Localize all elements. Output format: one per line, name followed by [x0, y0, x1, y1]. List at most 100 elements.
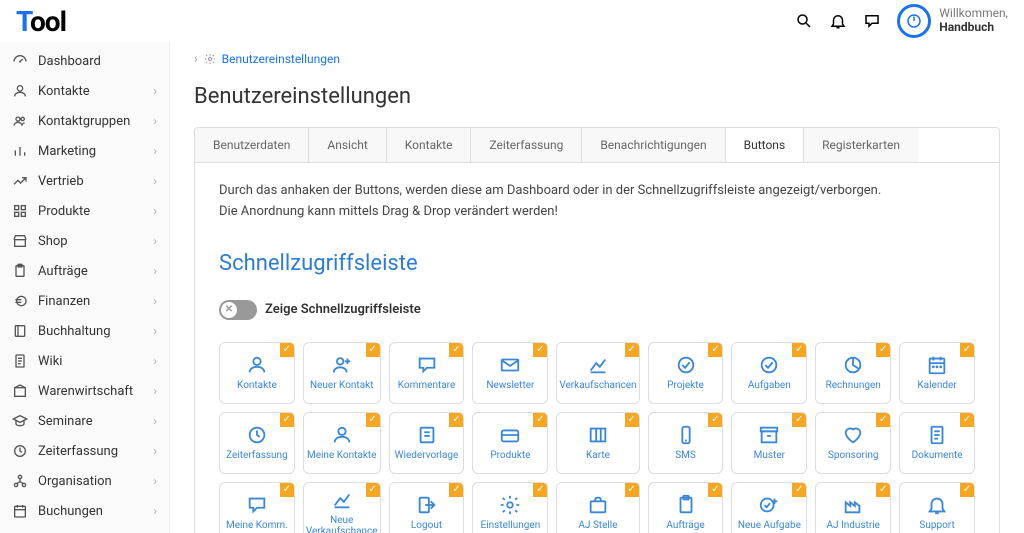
sidebar-item-finanzen[interactable]: Finanzen › — [0, 286, 169, 316]
tile-zeiterfassung[interactable]: ✓ Zeiterfassung — [219, 412, 295, 474]
sidebar-item-vertrieb[interactable]: Vertrieb › — [0, 166, 169, 196]
tile-kommentare[interactable]: ✓ Kommentare — [389, 342, 465, 404]
search-icon[interactable] — [795, 12, 813, 30]
check-icon[interactable]: ✓ — [625, 483, 639, 497]
check-icon[interactable]: ✓ — [449, 413, 463, 427]
sidebar-item-wiki[interactable]: Wiki › — [0, 346, 169, 376]
tile-projekte[interactable]: ✓ Projekte — [648, 342, 724, 404]
sidebar-item-shop[interactable]: Shop › — [0, 226, 169, 256]
section-title: Schnellzugriffsleiste — [219, 251, 975, 276]
tile-sms[interactable]: ✓ SMS — [648, 412, 724, 474]
calendar-icon — [926, 354, 948, 376]
heart-icon — [842, 424, 864, 446]
tile-meine-kontakte[interactable]: ✓ Meine Kontakte — [303, 412, 381, 474]
sidebar-item-dashboard[interactable]: Dashboard — [0, 46, 169, 76]
tile-neuer-kontakt[interactable]: ✓ Neuer Kontakt — [303, 342, 381, 404]
check-icon[interactable]: ✓ — [625, 413, 639, 427]
check-icon[interactable]: ✓ — [960, 413, 974, 427]
tile-logout[interactable]: ✓ Logout — [389, 482, 465, 533]
sidebar-item-warenwirtschaft[interactable]: Warenwirtschaft › — [0, 376, 169, 406]
check-icon[interactable]: ✓ — [625, 343, 639, 357]
tile-newsletter[interactable]: ✓ Newsletter — [472, 342, 548, 404]
tile-neue-aufgabe[interactable]: ✓ Neue Aufgabe — [731, 482, 807, 533]
toggle-quick-access[interactable]: ✕ — [219, 300, 257, 320]
sidebar-item-marketing[interactable]: Marketing › — [0, 136, 169, 166]
check-icon[interactable]: ✓ — [792, 413, 806, 427]
user-menu[interactable]: Willkommen, Handbuch — [897, 4, 1008, 38]
tile-sponsoring[interactable]: ✓ Sponsoring — [815, 412, 891, 474]
check-icon[interactable]: ✓ — [449, 343, 463, 357]
sidebar-item-buchungen[interactable]: Buchungen › — [0, 496, 169, 526]
tab-kontakte[interactable]: Kontakte — [387, 128, 472, 162]
check-icon[interactable]: ✓ — [960, 343, 974, 357]
tile-karte[interactable]: ✓ Karte — [556, 412, 639, 474]
check-icon[interactable]: ✓ — [366, 483, 380, 497]
check-icon[interactable]: ✓ — [708, 483, 722, 497]
tile-wiedervorlage[interactable]: ✓ Wiedervorlage — [389, 412, 465, 474]
sidebar-item-kontakte[interactable]: Kontakte › — [0, 76, 169, 106]
check-icon[interactable]: ✓ — [876, 343, 890, 357]
tile-aj-stelle[interactable]: ✓ AJ Stelle — [556, 482, 639, 533]
tile-label: Karte — [584, 450, 612, 461]
tile-verkaufschancen[interactable]: ✓ Verkaufschancen — [556, 342, 639, 404]
check-icon[interactable]: ✓ — [449, 483, 463, 497]
chat-icon[interactable] — [863, 12, 881, 30]
tab-ansicht[interactable]: Ansicht — [309, 128, 386, 162]
sidebar-item-zertifikate[interactable]: Zertifikate › — [0, 526, 169, 533]
tile-neue-verkaufschance[interactable]: ✓ Neue Verkaufschance — [303, 482, 381, 533]
check-icon[interactable]: ✓ — [533, 413, 547, 427]
tile-dokumente[interactable]: ✓ Dokumente — [899, 412, 975, 474]
check-icon[interactable]: ✓ — [280, 483, 294, 497]
chevron-right-icon: › — [153, 234, 157, 248]
clock-icon — [246, 424, 268, 446]
tab-benutzerdaten[interactable]: Benutzerdaten — [195, 128, 309, 162]
tile-produkte[interactable]: ✓ Produkte — [472, 412, 548, 474]
tab-zeiterfassung[interactable]: Zeiterfassung — [471, 128, 582, 162]
username: Handbuch — [939, 21, 1008, 35]
tab-benachrichtigungen[interactable]: Benachrichtigungen — [582, 128, 725, 162]
tile-label: AJ Industrie — [824, 520, 881, 531]
check-icon[interactable]: ✓ — [533, 343, 547, 357]
tile-meine-komm-[interactable]: ✓ Meine Komm. — [219, 482, 295, 533]
tile-aj-industrie[interactable]: ✓ AJ Industrie — [815, 482, 891, 533]
tile-muster[interactable]: ✓ Muster — [731, 412, 807, 474]
sidebar-item-zeiterfassung[interactable]: Zeiterfassung › — [0, 436, 169, 466]
sidebar-item-produkte[interactable]: Produkte › — [0, 196, 169, 226]
chevron-right-icon: › — [153, 144, 157, 158]
tile-support[interactable]: ✓ Support — [899, 482, 975, 533]
check-icon[interactable]: ✓ — [280, 413, 294, 427]
tile-kalender[interactable]: ✓ Kalender — [899, 342, 975, 404]
tab-buttons[interactable]: Buttons — [726, 128, 805, 163]
check-icon[interactable]: ✓ — [533, 483, 547, 497]
check-icon[interactable]: ✓ — [280, 343, 294, 357]
check-icon[interactable]: ✓ — [366, 413, 380, 427]
tile-auftr-ge[interactable]: ✓ Aufträge — [648, 482, 724, 533]
tile-label: Einstellungen — [479, 520, 543, 531]
check-icon[interactable]: ✓ — [792, 343, 806, 357]
tile-rechnungen[interactable]: ✓ Rechnungen — [815, 342, 891, 404]
breadcrumb: › Benutzereinstellungen — [170, 42, 1024, 76]
sidebar-item-kontaktgruppen[interactable]: Kontaktgruppen › — [0, 106, 169, 136]
line-chart-icon — [587, 354, 609, 376]
sidebar-item-aufträge[interactable]: Aufträge › — [0, 256, 169, 286]
tab-registerkarten[interactable]: Registerkarten — [804, 128, 918, 162]
check-icon[interactable]: ✓ — [960, 483, 974, 497]
tile-einstellungen[interactable]: ✓ Einstellungen — [472, 482, 548, 533]
sidebar-item-buchhaltung[interactable]: Buchhaltung › — [0, 316, 169, 346]
check-icon[interactable]: ✓ — [366, 343, 380, 357]
logo[interactable]: Tool — [16, 5, 66, 38]
check-icon[interactable]: ✓ — [708, 343, 722, 357]
check-icon[interactable]: ✓ — [708, 413, 722, 427]
breadcrumb-current[interactable]: Benutzereinstellungen — [222, 52, 340, 66]
grad-icon — [12, 413, 28, 429]
check-icon[interactable]: ✓ — [876, 483, 890, 497]
tile-kontakte[interactable]: ✓ Kontakte — [219, 342, 295, 404]
sidebar-item-organisation[interactable]: Organisation › — [0, 466, 169, 496]
sidebar-item-seminare[interactable]: Seminare › — [0, 406, 169, 436]
bell-icon[interactable] — [829, 12, 847, 30]
sidebar-item-label: Marketing — [38, 144, 153, 159]
pie-icon — [842, 354, 864, 376]
check-icon[interactable]: ✓ — [876, 413, 890, 427]
tile-aufgaben[interactable]: ✓ Aufgaben — [731, 342, 807, 404]
check-icon[interactable]: ✓ — [792, 483, 806, 497]
